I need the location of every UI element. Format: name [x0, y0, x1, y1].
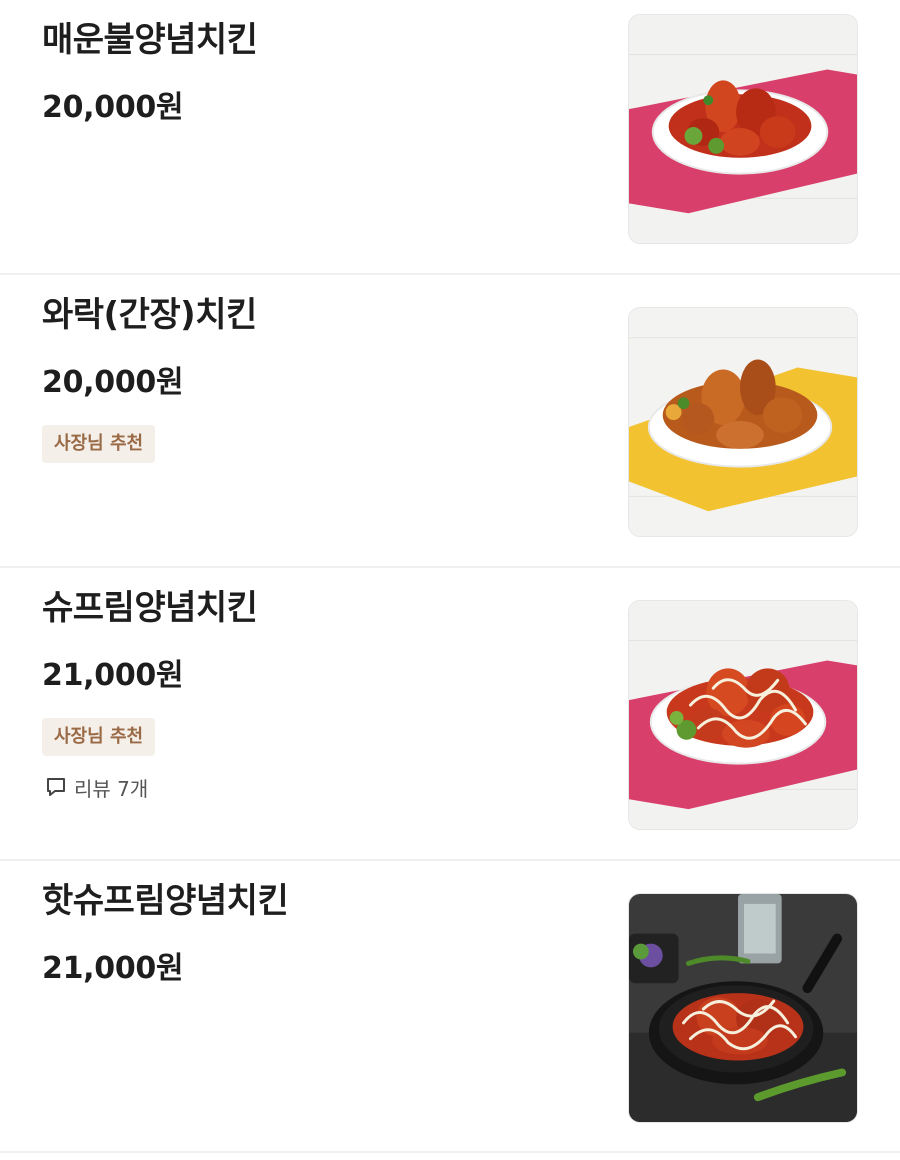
menu-item-hot-supreme-chicken[interactable]: 핫슈프림양념치킨 21,000원	[0, 861, 900, 1153]
owner-recommend-badge: 사장님 추천	[42, 718, 156, 756]
menu-item-price: 21,000원	[42, 951, 184, 986]
menu-item-info: 핫슈프림양념치킨 21,000원	[42, 881, 289, 987]
menu-item-info: 매운불양념치킨 20,000원	[42, 20, 258, 126]
menu-item-photo[interactable]	[628, 893, 858, 1123]
menu-item-photo[interactable]	[628, 600, 858, 830]
spicy-fire-chicken-photo	[629, 15, 857, 243]
menu-item-name: 와락(간장)치킨	[42, 295, 257, 335]
soy-sauce-chicken-photo	[629, 308, 857, 536]
menu-item-photo[interactable]	[628, 307, 858, 537]
menu-item-price: 21,000원	[42, 658, 184, 693]
menu-item-soy-chicken[interactable]: 와락(간장)치킨 20,000원 사장님 추천	[0, 275, 900, 568]
menu-item-name: 핫슈프림양념치킨	[42, 881, 289, 921]
menu-item-supreme-chicken[interactable]: 슈프림양념치킨 21,000원 사장님 추천 리뷰 7개	[0, 568, 900, 861]
supreme-chicken-photo	[629, 601, 857, 829]
menu-item-name: 슈프림양념치킨	[42, 588, 258, 628]
menu-list: 매운불양념치킨 20,000원 와락(간장)치킨 20,000원 사장님 추천 …	[0, 0, 900, 1153]
menu-item-info: 와락(간장)치킨 20,000원 사장님 추천	[42, 295, 257, 463]
menu-item-info: 슈프림양념치킨 21,000원 사장님 추천 리뷰 7개	[42, 588, 258, 804]
review-count-link[interactable]: 리뷰 7개	[42, 770, 257, 804]
review-count-label: 리뷰 7개	[74, 776, 149, 801]
hot-supreme-chicken-photo	[629, 894, 857, 1122]
menu-item-photo[interactable]	[628, 14, 858, 244]
menu-item-name: 매운불양념치킨	[42, 20, 258, 60]
menu-item-price: 20,000원	[42, 90, 184, 125]
speech-bubble-icon	[44, 775, 68, 799]
menu-item-price: 20,000원	[42, 365, 184, 400]
owner-recommend-badge: 사장님 추천	[42, 425, 156, 463]
menu-item-spicy-fire-chicken[interactable]: 매운불양념치킨 20,000원	[0, 0, 900, 275]
